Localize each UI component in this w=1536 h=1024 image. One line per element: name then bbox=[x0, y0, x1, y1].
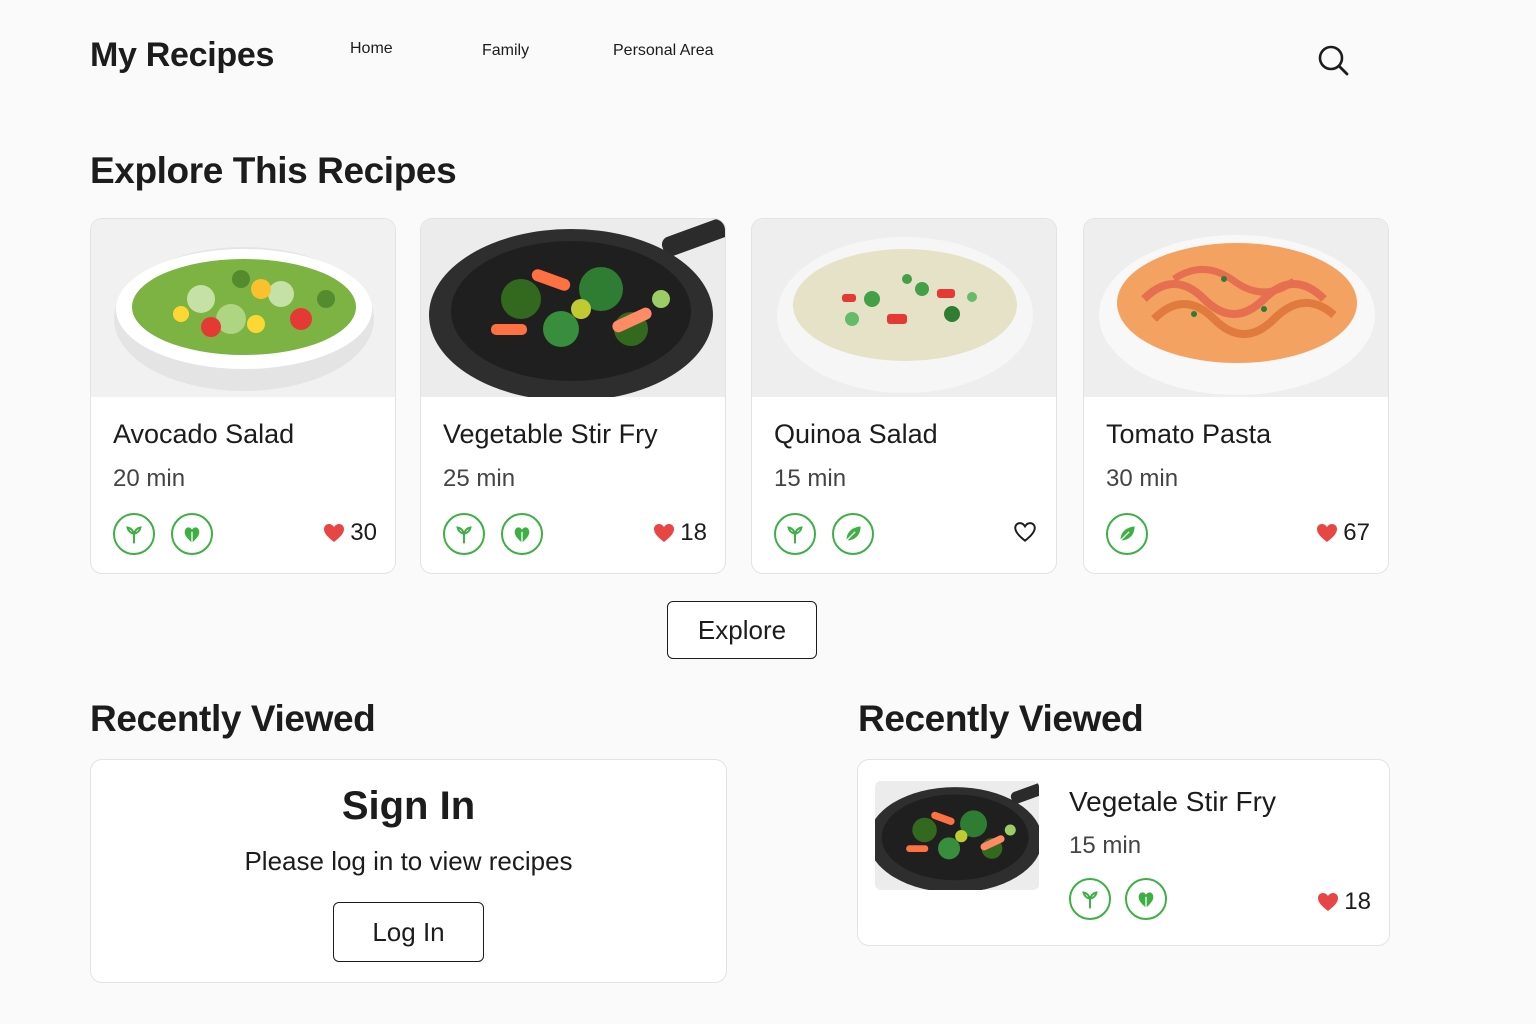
heart-leaf-icon bbox=[1125, 878, 1167, 920]
like-count[interactable]: 18 bbox=[1316, 888, 1371, 916]
nav-personal-area[interactable]: Personal Area bbox=[613, 42, 714, 60]
recipe-time: 15 min bbox=[774, 465, 847, 492]
search-icon[interactable] bbox=[1313, 40, 1353, 80]
signin-message: Please log in to view recipes bbox=[244, 846, 573, 876]
heart-outline-icon[interactable] bbox=[1012, 519, 1038, 545]
like-count[interactable]: 67 bbox=[1315, 519, 1370, 547]
recipe-image bbox=[752, 219, 1056, 397]
explore-button[interactable]: Explore bbox=[667, 601, 817, 659]
heart-icon[interactable] bbox=[1315, 521, 1339, 545]
signin-title: Sign In bbox=[341, 784, 476, 828]
recipe-name: Avocado Salad bbox=[113, 419, 295, 449]
recipe-image bbox=[1084, 219, 1388, 397]
nav-family[interactable]: Family bbox=[482, 42, 529, 60]
heart-icon[interactable] bbox=[1316, 890, 1340, 914]
recent-recipe-card[interactable]: Vegetale Stir Fry 15 min 18 bbox=[857, 759, 1390, 946]
recipe-time: 25 min bbox=[443, 465, 516, 492]
recipe-name: Tomato Pasta bbox=[1106, 419, 1272, 449]
leaf-icon bbox=[1106, 513, 1148, 555]
recipe-time: 15 min bbox=[1069, 832, 1142, 859]
login-button[interactable]: Log In bbox=[333, 902, 484, 962]
recipe-image bbox=[421, 219, 725, 397]
recipe-image bbox=[91, 219, 395, 397]
heart-icon[interactable] bbox=[322, 521, 346, 545]
recipe-time: 20 min bbox=[113, 465, 186, 492]
recipe-thumbnail bbox=[875, 781, 1039, 890]
recipe-card[interactable]: Quinoa Salad 15 min bbox=[751, 218, 1057, 574]
recipe-time: 30 min bbox=[1106, 465, 1179, 492]
sprout-icon bbox=[1069, 878, 1111, 920]
recipe-card[interactable]: Vegetable Stir Fry 25 min 18 bbox=[420, 218, 726, 574]
sprout-icon bbox=[443, 513, 485, 555]
like-count[interactable] bbox=[1012, 519, 1038, 545]
like-count-value: 18 bbox=[1344, 888, 1371, 915]
like-count-value: 30 bbox=[350, 519, 377, 546]
heart-leaf-icon bbox=[171, 513, 213, 555]
like-count-value: 67 bbox=[1343, 519, 1370, 546]
heart-leaf-icon bbox=[501, 513, 543, 555]
like-count-value: 18 bbox=[680, 519, 707, 546]
recently-viewed-title: Recently Viewed bbox=[90, 698, 376, 739]
signin-panel: Sign In Please log in to view recipes Lo… bbox=[90, 759, 727, 983]
explore-title: Explore This Recipes bbox=[90, 150, 457, 191]
recipe-card[interactable]: Avocado Salad 20 min 30 bbox=[90, 218, 396, 574]
nav-home[interactable]: Home bbox=[350, 40, 393, 58]
sprout-icon bbox=[113, 513, 155, 555]
like-count[interactable]: 30 bbox=[322, 519, 377, 547]
recipe-name: Vegetable Stir Fry bbox=[443, 419, 658, 449]
recipe-name: Quinoa Salad bbox=[774, 419, 938, 449]
heart-icon[interactable] bbox=[652, 521, 676, 545]
like-count[interactable]: 18 bbox=[652, 519, 707, 547]
sprout-icon bbox=[774, 513, 816, 555]
recipe-card[interactable]: Tomato Pasta 30 min 67 bbox=[1083, 218, 1389, 574]
brand-logo[interactable]: My Recipes bbox=[90, 36, 274, 75]
leaf-icon bbox=[832, 513, 874, 555]
recently-viewed-title: Recently Viewed bbox=[858, 698, 1144, 739]
recipe-name: Vegetale Stir Fry bbox=[1069, 786, 1276, 817]
